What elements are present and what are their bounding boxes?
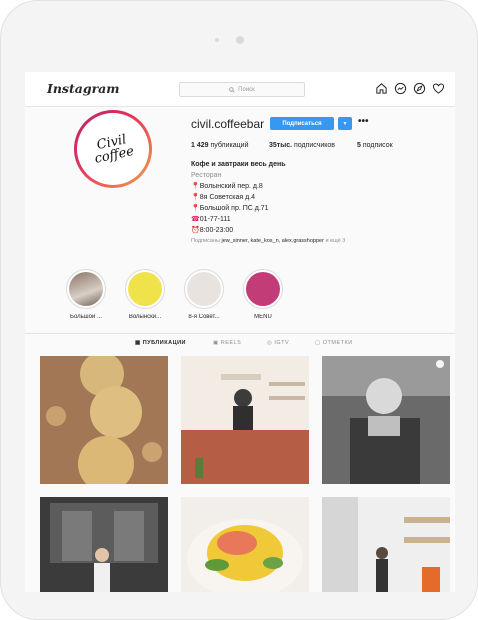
tab-publications[interactable]: ▦ ПУБЛИКАЦИИ (135, 340, 186, 346)
pin-icon: 📍 (191, 183, 200, 190)
tag-icon: ▢ (315, 340, 323, 346)
following-stat[interactable]: 5 подписок (357, 142, 393, 149)
highlight-cover (187, 272, 221, 306)
sensor-icon (215, 38, 219, 42)
profile-username: civil.coffeebar (191, 117, 265, 131)
highlight-cover (246, 272, 280, 306)
followed-by-prefix: Подписаны (191, 238, 220, 244)
bio-line-hours: ⏰8:00-23:00 (191, 225, 286, 236)
post-image (181, 497, 309, 592)
profile-avatar[interactable]: Civil coffee (74, 110, 152, 188)
suggestions-dropdown-button[interactable]: ▾ (338, 117, 352, 130)
subscribe-button[interactable]: Подписаться (270, 117, 334, 130)
avatar-inner: Civil coffee (75, 111, 151, 187)
bio-category: Ресторан (191, 172, 222, 179)
highlight-label: Волынски... (128, 314, 162, 320)
content-divider (25, 333, 455, 334)
tab-label: IGTV (274, 340, 290, 346)
more-options-button[interactable]: ••• (358, 116, 369, 127)
avatar-logo: Civil coffee (75, 111, 151, 187)
clock-icon: ⏰ (191, 227, 200, 234)
profile-bio: Кофе и завтраки весь день Ресторан 📍Волы… (191, 159, 286, 236)
posts-stat: 1 429 публикаций (191, 142, 248, 149)
post-image (322, 497, 450, 592)
grid-icon: ▦ (135, 340, 143, 346)
top-navigation: Instagram Поиск (25, 72, 455, 107)
tab-label: ПУБЛИКАЦИИ (142, 340, 186, 346)
explore-icon[interactable] (413, 82, 426, 95)
followed-by[interactable]: Подписаны jew_sinner, kate_kos_n, alex.g… (191, 238, 345, 244)
highlight-label: Большой ... (70, 314, 102, 320)
home-icon[interactable] (375, 82, 388, 95)
highlight-ring (184, 269, 224, 309)
highlight-label: MENU (254, 314, 272, 320)
profile-tabs: ▦ ПУБЛИКАЦИИ ▣ REELS ◎ IGTV ▢ ОТМЕТКИ (25, 340, 455, 350)
post-thumbnail[interactable] (40, 356, 168, 484)
bio-address-1: Волынский пер. д.8 (199, 183, 263, 190)
tab-tagged[interactable]: ▢ ОТМЕТКИ (315, 340, 353, 346)
post-image (40, 356, 168, 484)
post-thumbnail[interactable] (322, 497, 450, 592)
bio-line-phone: ☎01-77-111 (191, 214, 286, 225)
followers-stat[interactable]: 35тыс. подписчиков (269, 142, 335, 149)
tab-igtv[interactable]: ◎ IGTV (267, 340, 289, 346)
bio-line-address-3: 📍Большой пр. ПС д.71 (191, 203, 286, 214)
highlight-label: 8-я Совет... (188, 314, 220, 320)
highlight-ring (125, 269, 165, 309)
highlight-bolshoi[interactable]: Большой ... (64, 269, 108, 320)
reels-icon: ▣ (213, 340, 221, 346)
followed-by-names: jew_sinner, kate_kos_n, alex.grasshopper (221, 238, 324, 244)
followed-by-suffix: и ещё 3 (325, 238, 346, 244)
post-image (181, 356, 309, 484)
bio-address-3: Большой пр. ПС д.71 (199, 205, 269, 212)
highlight-cover (69, 272, 103, 306)
highlight-ring (243, 269, 283, 309)
following-count: 5 (357, 142, 361, 149)
messenger-icon[interactable] (394, 82, 407, 95)
instagram-logo[interactable]: Instagram (47, 81, 120, 96)
highlight-menu[interactable]: MENU (241, 269, 285, 320)
posts-label: публикаций (210, 142, 249, 149)
followers-label: подписчиков (293, 142, 336, 149)
bio-name: Кофе и завтраки весь день (191, 161, 286, 168)
search-input[interactable]: Поиск (179, 82, 305, 97)
bio-line-address-2: 📍8я Советская д.4 (191, 192, 286, 203)
followers-count: 35тыс. (269, 142, 293, 149)
highlight-cover (128, 272, 162, 306)
instagram-screen: Instagram Поиск Civil coffee civil.coffe… (25, 72, 455, 592)
bio-line-address-1: 📍Волынский пер. д.8 (191, 181, 286, 192)
bio-address-2: 8я Советская д.4 (199, 194, 255, 201)
tab-label: ОТМЕТКИ (322, 340, 353, 346)
phone-icon: ☎ (191, 216, 200, 223)
post-image (322, 356, 450, 484)
heart-icon[interactable] (432, 82, 445, 95)
post-thumbnail[interactable] (322, 356, 450, 484)
bio-phone: 01-77-111 (199, 216, 231, 223)
front-camera-icon (236, 36, 244, 44)
tab-label: REELS (220, 340, 242, 346)
post-thumbnail[interactable] (181, 497, 309, 592)
pin-icon: 📍 (191, 205, 200, 212)
post-thumbnail[interactable] (181, 356, 309, 484)
tab-reels[interactable]: ▣ REELS (213, 340, 241, 346)
nav-icons (375, 82, 445, 95)
pin-icon: 📍 (191, 194, 200, 201)
posts-count: 1 429 (191, 142, 209, 149)
bio-hours: 8:00-23:00 (199, 227, 234, 234)
search-placeholder: Поиск (238, 86, 255, 93)
following-label: подписок (362, 142, 393, 149)
post-thumbnail[interactable] (40, 497, 168, 592)
highlight-volynsky[interactable]: Волынски... (123, 269, 167, 320)
highlight-sovetskaya[interactable]: 8-я Совет... (182, 269, 226, 320)
post-image (40, 497, 168, 592)
highlight-ring (66, 269, 106, 309)
search-icon (229, 86, 235, 93)
